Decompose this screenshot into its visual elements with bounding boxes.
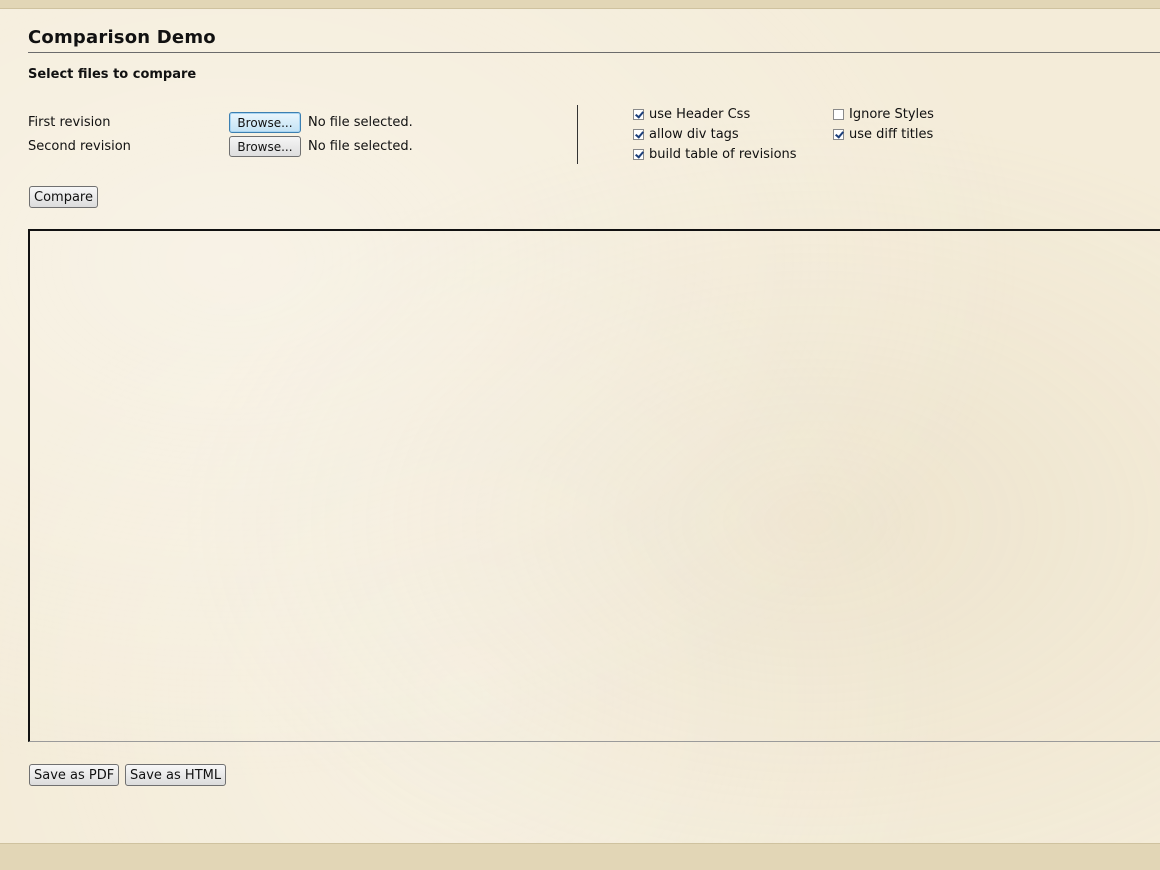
comparison-result-panel[interactable] (28, 229, 1160, 742)
use-header-css-option[interactable]: use Header Css (633, 107, 750, 122)
save-as-html-button[interactable]: Save as HTML (125, 764, 227, 786)
allow-div-tags-label: allow div tags (649, 127, 739, 142)
build-table-checkbox[interactable] (633, 149, 644, 160)
use-header-css-label: use Header Css (649, 107, 751, 122)
ignore-styles-checkbox[interactable] (833, 109, 844, 120)
build-table-option[interactable]: build table of revisions (633, 147, 797, 162)
second-revision-label: Second revision (28, 139, 131, 154)
build-table-label: build table of revisions (649, 147, 797, 162)
page-title: Comparison Demo (28, 27, 216, 48)
allow-div-tags-option[interactable]: allow div tags (633, 127, 739, 142)
first-revision-file-status: No file selected. (308, 115, 413, 130)
second-revision-browse-button[interactable]: Browse... (229, 136, 301, 157)
first-revision-browse-button[interactable]: Browse... (229, 112, 301, 133)
ignore-styles-option[interactable]: Ignore Styles (833, 107, 934, 122)
first-revision-label: First revision (28, 115, 111, 130)
allow-div-tags-checkbox[interactable] (633, 129, 644, 140)
bottom-border-band (0, 843, 1160, 870)
save-as-pdf-button[interactable]: Save as PDF (29, 764, 120, 786)
use-diff-titles-option[interactable]: use diff titles (833, 127, 933, 142)
second-revision-file-status: No file selected. (308, 139, 413, 154)
use-header-css-checkbox[interactable] (633, 109, 644, 120)
options-divider (577, 105, 578, 164)
use-diff-titles-label: use diff titles (849, 127, 934, 142)
ignore-styles-label: Ignore Styles (849, 107, 934, 122)
compare-button[interactable]: Compare (29, 186, 98, 208)
top-border-band (0, 0, 1160, 9)
section-heading-select-files: Select files to compare (28, 67, 197, 82)
title-divider (28, 52, 1160, 53)
use-diff-titles-checkbox[interactable] (833, 129, 844, 140)
